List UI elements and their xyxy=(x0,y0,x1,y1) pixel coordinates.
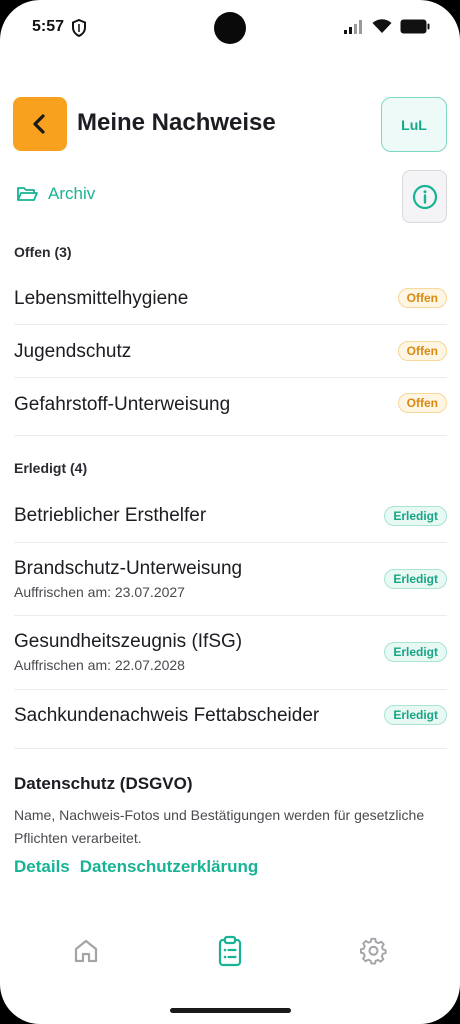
tab-home[interactable] xyxy=(70,935,102,967)
info-icon xyxy=(412,184,437,209)
shield-icon xyxy=(72,19,86,37)
list-item[interactable]: Gesundheitszeugnis (IfSG) Auffrischen am… xyxy=(14,631,447,673)
home-indicator[interactable] xyxy=(170,1008,291,1013)
details-link[interactable]: Details xyxy=(14,857,70,877)
item-subtitle: Auffrischen am: 23.07.2027 xyxy=(14,584,185,600)
list-item[interactable]: Sachkundenachweis Fettabscheider xyxy=(14,705,447,727)
profile-button[interactable]: LuL xyxy=(381,97,447,152)
divider xyxy=(14,542,447,543)
chevron-left-icon xyxy=(33,114,45,134)
tab-settings[interactable] xyxy=(358,935,390,967)
section-label-done: Erledigt (4) xyxy=(14,460,88,476)
status-badge: Offen xyxy=(397,341,447,361)
list-item[interactable]: Jugendschutz xyxy=(14,341,447,363)
item-title: Gefahrstoff-Unterweisung xyxy=(14,394,231,415)
item-title: Betrieblicher Ersthelfer xyxy=(14,505,207,526)
status-badge: Offen xyxy=(397,288,447,308)
camera-cutout xyxy=(214,12,246,44)
status-badge: Erledigt xyxy=(384,569,447,589)
archive-link[interactable]: Archiv xyxy=(16,184,95,204)
status-time: 5:57 xyxy=(32,18,65,35)
status-icons xyxy=(344,19,430,34)
list-item[interactable]: Gefahrstoff-Unterweisung xyxy=(14,394,447,416)
status-badge: Offen xyxy=(397,393,447,413)
folder-open-icon xyxy=(17,187,38,201)
privacy-text: Name, Nachweis-Fotos und Bestätigungen w… xyxy=(14,807,425,846)
gear-icon xyxy=(360,937,387,965)
divider xyxy=(14,377,447,378)
list-item[interactable]: Brandschutz-Unterweisung Auffrischen am:… xyxy=(14,558,447,600)
item-title: Gesundheitszeugnis (IfSG) xyxy=(14,631,243,652)
item-title: Sachkundenachweis Fettabscheider xyxy=(14,705,320,726)
divider xyxy=(14,615,447,616)
divider xyxy=(14,689,447,690)
page-title: Meine Nachweise xyxy=(77,109,276,136)
signal-icon xyxy=(344,19,362,34)
list-item[interactable]: Lebensmittelhygiene xyxy=(14,288,447,310)
status-badge: Erledigt xyxy=(384,705,447,725)
item-title: Brandschutz-Unterweisung xyxy=(14,558,243,579)
wifi-icon xyxy=(372,19,392,33)
home-icon xyxy=(74,939,98,963)
archive-label: Archiv xyxy=(48,184,96,203)
privacy-links: Details Datenschutzerklärung xyxy=(14,857,258,877)
divider xyxy=(14,748,447,749)
back-button[interactable] xyxy=(13,97,67,151)
privacy-policy-link[interactable]: Datenschutzerklärung xyxy=(80,857,259,877)
app-screen: 5:57 Meine Nachweise LuL Archiv Offen (3… xyxy=(0,0,460,1024)
item-title: Lebensmittelhygiene xyxy=(14,288,189,309)
divider xyxy=(14,435,447,436)
list-item[interactable]: Betrieblicher Ersthelfer xyxy=(14,505,447,527)
tab-certificates[interactable] xyxy=(214,935,246,967)
status-badge: Erledigt xyxy=(384,642,447,662)
privacy-title: Datenschutz (DSGVO) xyxy=(14,774,193,793)
divider xyxy=(14,324,447,325)
section-label-open: Offen (3) xyxy=(14,244,72,260)
battery-icon xyxy=(400,19,430,34)
status-badge: Erledigt xyxy=(384,506,447,526)
clipboard-list-icon xyxy=(218,935,242,967)
item-title: Jugendschutz xyxy=(14,341,132,362)
item-subtitle: Auffrischen am: 22.07.2028 xyxy=(14,657,185,673)
info-button[interactable] xyxy=(402,170,447,223)
